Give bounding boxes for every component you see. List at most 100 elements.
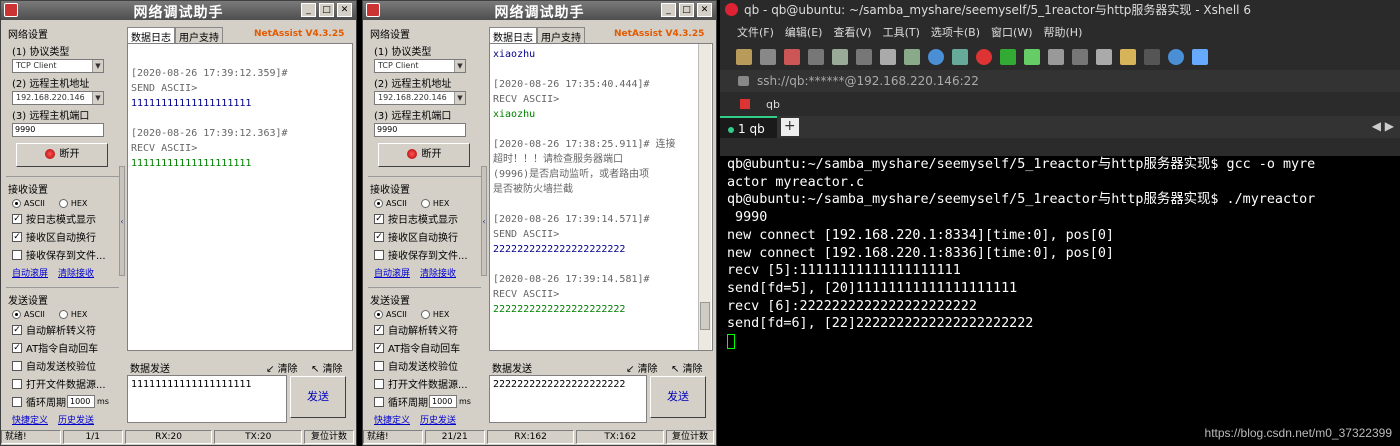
- shortcut-link[interactable]: 快捷定义: [374, 416, 410, 426]
- host-select[interactable]: 192.168.220.146 ▼: [12, 91, 104, 105]
- escape-checkbox[interactable]: ✓: [12, 324, 22, 335]
- open-icon[interactable]: [760, 49, 776, 65]
- auto-wrap-checkbox[interactable]: ✓: [374, 231, 384, 242]
- menu-item-0[interactable]: 文件(F): [737, 24, 774, 40]
- send-ascii-radio[interactable]: [374, 310, 383, 319]
- close-button[interactable]: ✕: [697, 3, 712, 17]
- log-scrollbar[interactable]: [698, 44, 711, 350]
- auto-wrap-checkbox[interactable]: ✓: [12, 231, 22, 242]
- clear-send-button[interactable]: ↙ 清除: [266, 360, 298, 375]
- file-source-checkbox[interactable]: [12, 378, 22, 389]
- session-bar[interactable]: qb: [720, 92, 1400, 116]
- xshell-title-bar[interactable]: qb - qb@ubuntu: ~/samba_myshare/seemysel…: [720, 0, 1400, 20]
- protocol-select[interactable]: TCP Client ▼: [12, 59, 104, 73]
- port-input[interactable]: 9990: [12, 123, 104, 137]
- auto-scroll-link[interactable]: 自动滚屏: [12, 269, 48, 279]
- menu-item-2[interactable]: 查看(V): [833, 24, 871, 40]
- file-source-checkbox[interactable]: [374, 378, 384, 389]
- clear-recv-link[interactable]: 清除接收: [420, 269, 456, 279]
- search-icon[interactable]: [880, 49, 896, 65]
- log-mode-checkbox[interactable]: ✓: [12, 213, 22, 224]
- send-hex-radio[interactable]: [420, 310, 430, 319]
- disconnect-button[interactable]: 断开: [16, 143, 108, 167]
- compose-icon[interactable]: [1096, 49, 1112, 65]
- tab-nav-arrows[interactable]: ◀ ▶: [1372, 119, 1394, 133]
- menu-item-4[interactable]: 选项卡(B): [931, 24, 980, 40]
- minimize-button[interactable]: _: [661, 3, 676, 17]
- tab-qb[interactable]: 1 qb: [720, 116, 777, 138]
- scrollbar-thumb[interactable]: [700, 302, 710, 330]
- globe-icon[interactable]: [928, 49, 944, 65]
- auto-scroll-link[interactable]: 自动滚屏: [374, 269, 410, 279]
- send-ascii-radio[interactable]: [12, 310, 21, 319]
- xagent-icon[interactable]: [1000, 49, 1016, 65]
- lock-icon[interactable]: [1048, 49, 1064, 65]
- protocol-select[interactable]: TCP Client ▼: [374, 59, 466, 73]
- menu-item-5[interactable]: 窗口(W): [991, 24, 1032, 40]
- clear-history-button[interactable]: ↖ 清除: [671, 360, 703, 375]
- title-bar[interactable]: 网络调试助手 _ □ ✕: [363, 1, 716, 21]
- collapse-handle[interactable]: ‹: [119, 166, 125, 276]
- save-to-file-checkbox[interactable]: [12, 249, 22, 260]
- log-mode-checkbox[interactable]: ✓: [374, 213, 384, 224]
- receive-log[interactable]: [2020-08-26 17:39:12.359]# SEND ASCII> 111…: [127, 43, 353, 351]
- checksum-checkbox[interactable]: [12, 360, 22, 371]
- fullscreen-icon[interactable]: [1024, 49, 1040, 65]
- clear-send-button[interactable]: ↙ 清除: [626, 360, 658, 375]
- escape-checkbox[interactable]: ✓: [374, 324, 384, 335]
- address-bar[interactable]: ssh://qb:******@192.168.220.146:22: [720, 70, 1400, 92]
- shortcut-link[interactable]: 快捷定义: [12, 416, 48, 426]
- minimize-button[interactable]: _: [301, 3, 316, 17]
- keyboard-icon[interactable]: [1072, 49, 1088, 65]
- at-cr-checkbox[interactable]: ✓: [12, 342, 22, 353]
- title-bar[interactable]: 网络调试助手 _ □ ✕: [1, 1, 356, 21]
- history-link[interactable]: 历史发送: [58, 416, 94, 426]
- maximize-button[interactable]: □: [319, 3, 334, 17]
- receive-log[interactable]: xiaozhu [2020-08-26 17:35:40.444]# RECV A…: [489, 43, 713, 351]
- print-icon[interactable]: [904, 49, 920, 65]
- disconnect-button[interactable]: 断开: [378, 143, 470, 167]
- terminal[interactable]: qb@ubuntu:~/samba_myshare/seemyself/5_1r…: [720, 156, 1400, 446]
- maximize-button[interactable]: □: [679, 3, 694, 17]
- xftp-icon[interactable]: [976, 49, 992, 65]
- send-input[interactable]: 2222222222222222222222: [489, 375, 647, 423]
- history-link[interactable]: 历史发送: [420, 416, 456, 426]
- chat-icon[interactable]: [1192, 49, 1208, 65]
- layout-icon[interactable]: [1144, 49, 1160, 65]
- new-session-icon[interactable]: [736, 49, 752, 65]
- clear-recv-link[interactable]: 清除接收: [58, 269, 94, 279]
- send-button[interactable]: 发送: [290, 376, 346, 418]
- menu-item-6[interactable]: 帮助(H): [1044, 24, 1083, 40]
- add-session-icon[interactable]: [1120, 49, 1136, 65]
- period-input[interactable]: 1000: [429, 395, 457, 408]
- send-input[interactable]: 11111111111111111111: [127, 375, 287, 423]
- reset-count-button[interactable]: 复位计数: [666, 429, 714, 444]
- send-button[interactable]: 发送: [650, 376, 706, 418]
- cycle-checkbox[interactable]: [374, 396, 384, 407]
- host-select[interactable]: 192.168.220.146 ▼: [374, 91, 466, 105]
- properties-icon[interactable]: [832, 49, 848, 65]
- recv-hex-radio[interactable]: [58, 199, 68, 208]
- disconnect-icon[interactable]: [784, 49, 800, 65]
- port-input[interactable]: 9990: [374, 123, 466, 137]
- menu-item-3[interactable]: 工具(T): [883, 24, 920, 40]
- font-icon[interactable]: [952, 49, 968, 65]
- recv-hex-radio[interactable]: [420, 199, 430, 208]
- close-button[interactable]: ✕: [337, 3, 352, 17]
- reset-count-button[interactable]: 复位计数: [304, 429, 354, 444]
- checksum-checkbox[interactable]: [374, 360, 384, 371]
- recv-ascii-radio[interactable]: [374, 199, 383, 208]
- menu-item-1[interactable]: 编辑(E): [785, 24, 823, 40]
- send-hex-radio[interactable]: [58, 310, 68, 319]
- new-tab-button[interactable]: +: [780, 118, 799, 136]
- recv-ascii-radio[interactable]: [12, 199, 21, 208]
- clear-history-button[interactable]: ↖ 清除: [311, 360, 343, 375]
- cycle-checkbox[interactable]: [12, 396, 22, 407]
- reconnect-icon[interactable]: [808, 49, 824, 65]
- copy-icon[interactable]: [856, 49, 872, 65]
- collapse-handle[interactable]: ‹: [481, 166, 487, 276]
- period-input[interactable]: 1000: [67, 395, 95, 408]
- save-to-file-checkbox[interactable]: [374, 249, 384, 260]
- at-cr-checkbox[interactable]: ✓: [374, 342, 384, 353]
- help-icon[interactable]: [1168, 49, 1184, 65]
